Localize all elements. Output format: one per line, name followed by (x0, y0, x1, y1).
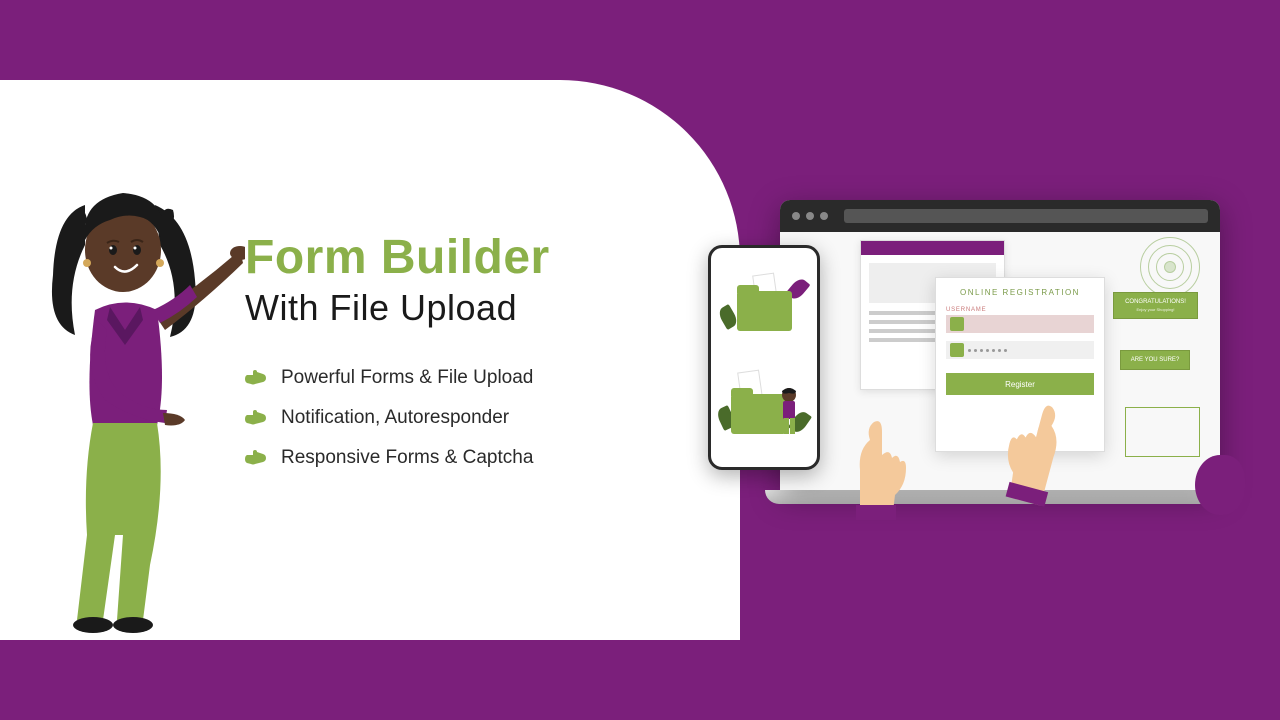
woman-illustration (25, 165, 245, 645)
form-title: ONLINE REGISTRATION (946, 288, 1094, 297)
browser-chrome (780, 200, 1220, 232)
feature-item: Notification, Autoresponder (245, 407, 550, 429)
congrats-popup: CONGRATULATIONS! Enjoy your Shopping! (1113, 292, 1198, 319)
headline-block: Form Builder With File Upload Powerful F… (245, 230, 550, 487)
hand-left-illustration (820, 410, 920, 520)
phone-mockup (708, 245, 820, 470)
feature-text: Notification, Autoresponder (281, 407, 509, 429)
point-right-icon (245, 409, 267, 427)
folder-illustration (719, 266, 809, 346)
folder-person-illustration (719, 369, 809, 449)
headline-main: Form Builder (245, 230, 550, 285)
feature-item: Powerful Forms & File Upload (245, 367, 550, 389)
point-right-icon (245, 369, 267, 387)
confirm-popup: ARE YOU SURE? (1120, 350, 1190, 370)
feature-text: Responsive Forms & Captcha (281, 447, 533, 469)
headline-sub: With File Upload (245, 287, 550, 329)
feature-item: Responsive Forms & Captcha (245, 447, 550, 469)
password-input[interactable] (946, 341, 1094, 359)
feature-text: Powerful Forms & File Upload (281, 367, 533, 389)
username-label: USERNAME (946, 307, 1094, 313)
username-input[interactable] (946, 315, 1094, 333)
feature-list: Powerful Forms & File Upload Notificatio… (245, 367, 550, 469)
radar-icon (1140, 237, 1200, 297)
decorative-blob (1195, 455, 1245, 515)
empty-panel (1125, 407, 1200, 457)
point-right-icon (245, 449, 267, 467)
